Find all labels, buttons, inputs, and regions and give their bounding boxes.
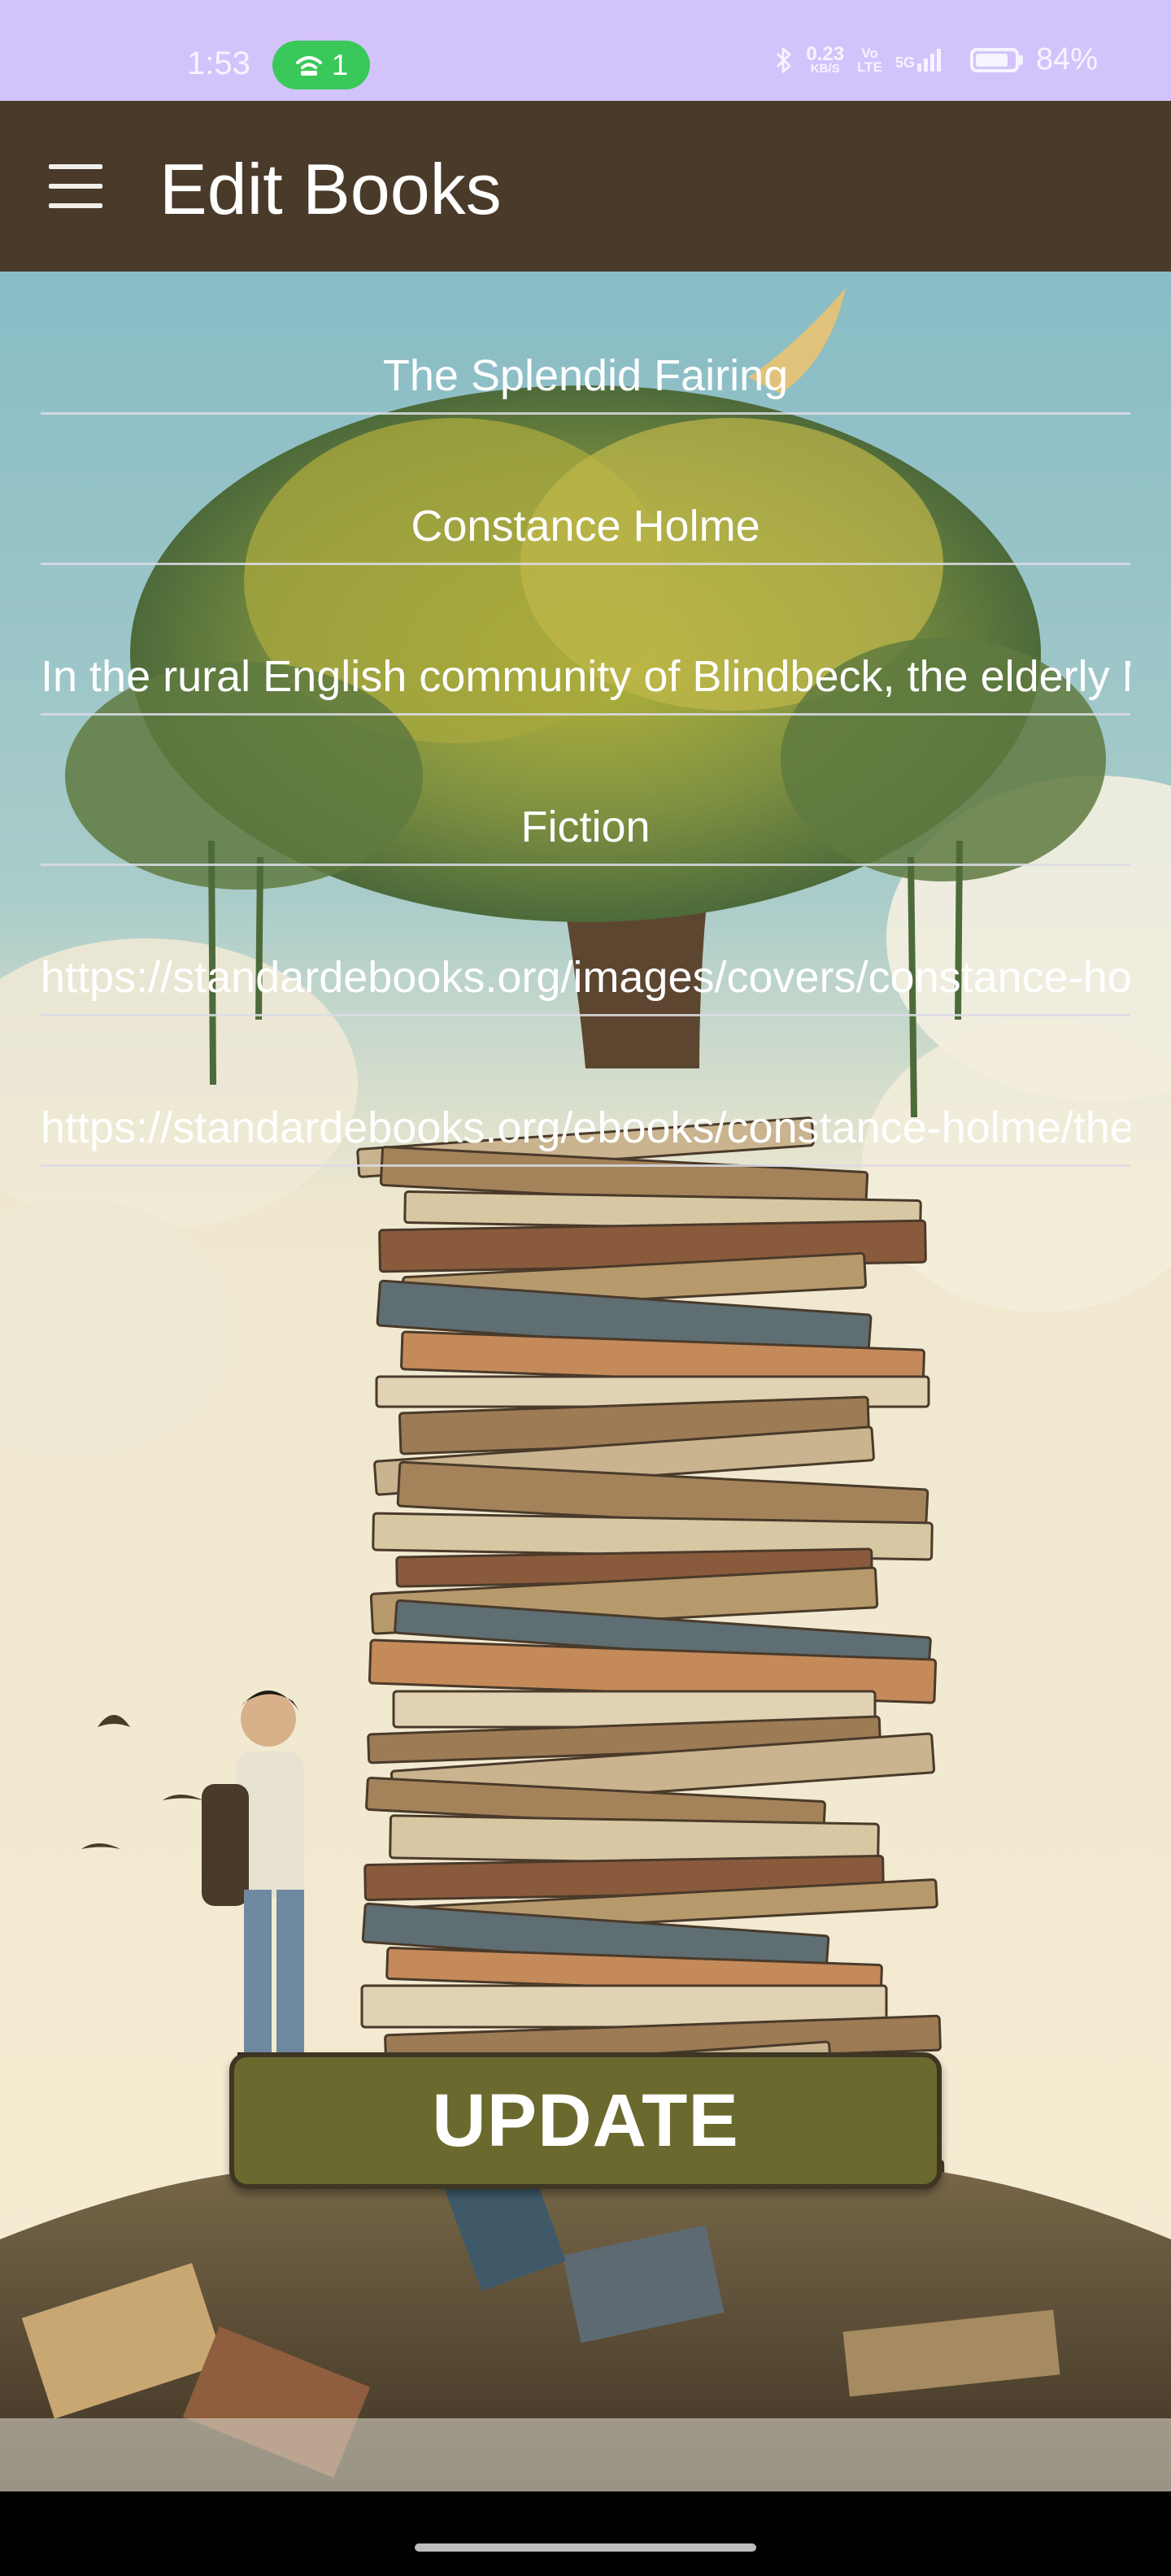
title-field[interactable]	[41, 317, 1130, 415]
edit-form-area: UPDATE	[0, 272, 1171, 2491]
hotspot-count: 1	[331, 48, 349, 81]
cover-url-input[interactable]	[41, 952, 1130, 1003]
genre-field[interactable]	[41, 768, 1130, 866]
author-field[interactable]	[41, 468, 1130, 565]
page-title: Edit Books	[159, 149, 502, 229]
app-bar: Edit Books	[0, 101, 1171, 272]
ebook-url-input[interactable]	[41, 1103, 1130, 1153]
update-button[interactable]: UPDATE	[229, 2052, 942, 2189]
status-bar: 1:53 1 0.23 KB/S Vo LTE 5G 84%	[0, 0, 1171, 101]
battery-icon	[969, 47, 1023, 72]
hamburger-menu-icon[interactable]	[49, 164, 107, 208]
status-time: 1:53	[187, 46, 250, 81]
author-input[interactable]	[41, 501, 1130, 551]
volte-indicator: Vo LTE	[857, 45, 882, 75]
home-gesture-handle[interactable]	[415, 2543, 756, 2552]
signal-strength-icon: 5G	[895, 48, 941, 72]
book-stack	[356, 1116, 945, 2213]
navigation-bar	[0, 2491, 1171, 2576]
description-input[interactable]	[41, 651, 1130, 702]
network-speed: 0.23 KB/S	[806, 42, 845, 76]
edit-books-screen: 1:53 1 0.23 KB/S Vo LTE 5G 84% Edit Book…	[0, 0, 1171, 2576]
cover-url-field[interactable]	[41, 919, 1130, 1016]
bluetooth-icon	[777, 47, 791, 72]
status-icons: 0.23 KB/S Vo LTE 5G 84%	[775, 42, 1098, 77]
ebook-url-field[interactable]	[41, 1069, 1130, 1167]
title-input[interactable]	[41, 350, 1130, 401]
genre-input[interactable]	[41, 802, 1130, 852]
hotspot-icon	[295, 56, 322, 76]
hotspot-indicator: 1	[272, 41, 370, 89]
battery-percent: 84%	[1035, 42, 1098, 76]
description-field[interactable]	[41, 618, 1130, 716]
